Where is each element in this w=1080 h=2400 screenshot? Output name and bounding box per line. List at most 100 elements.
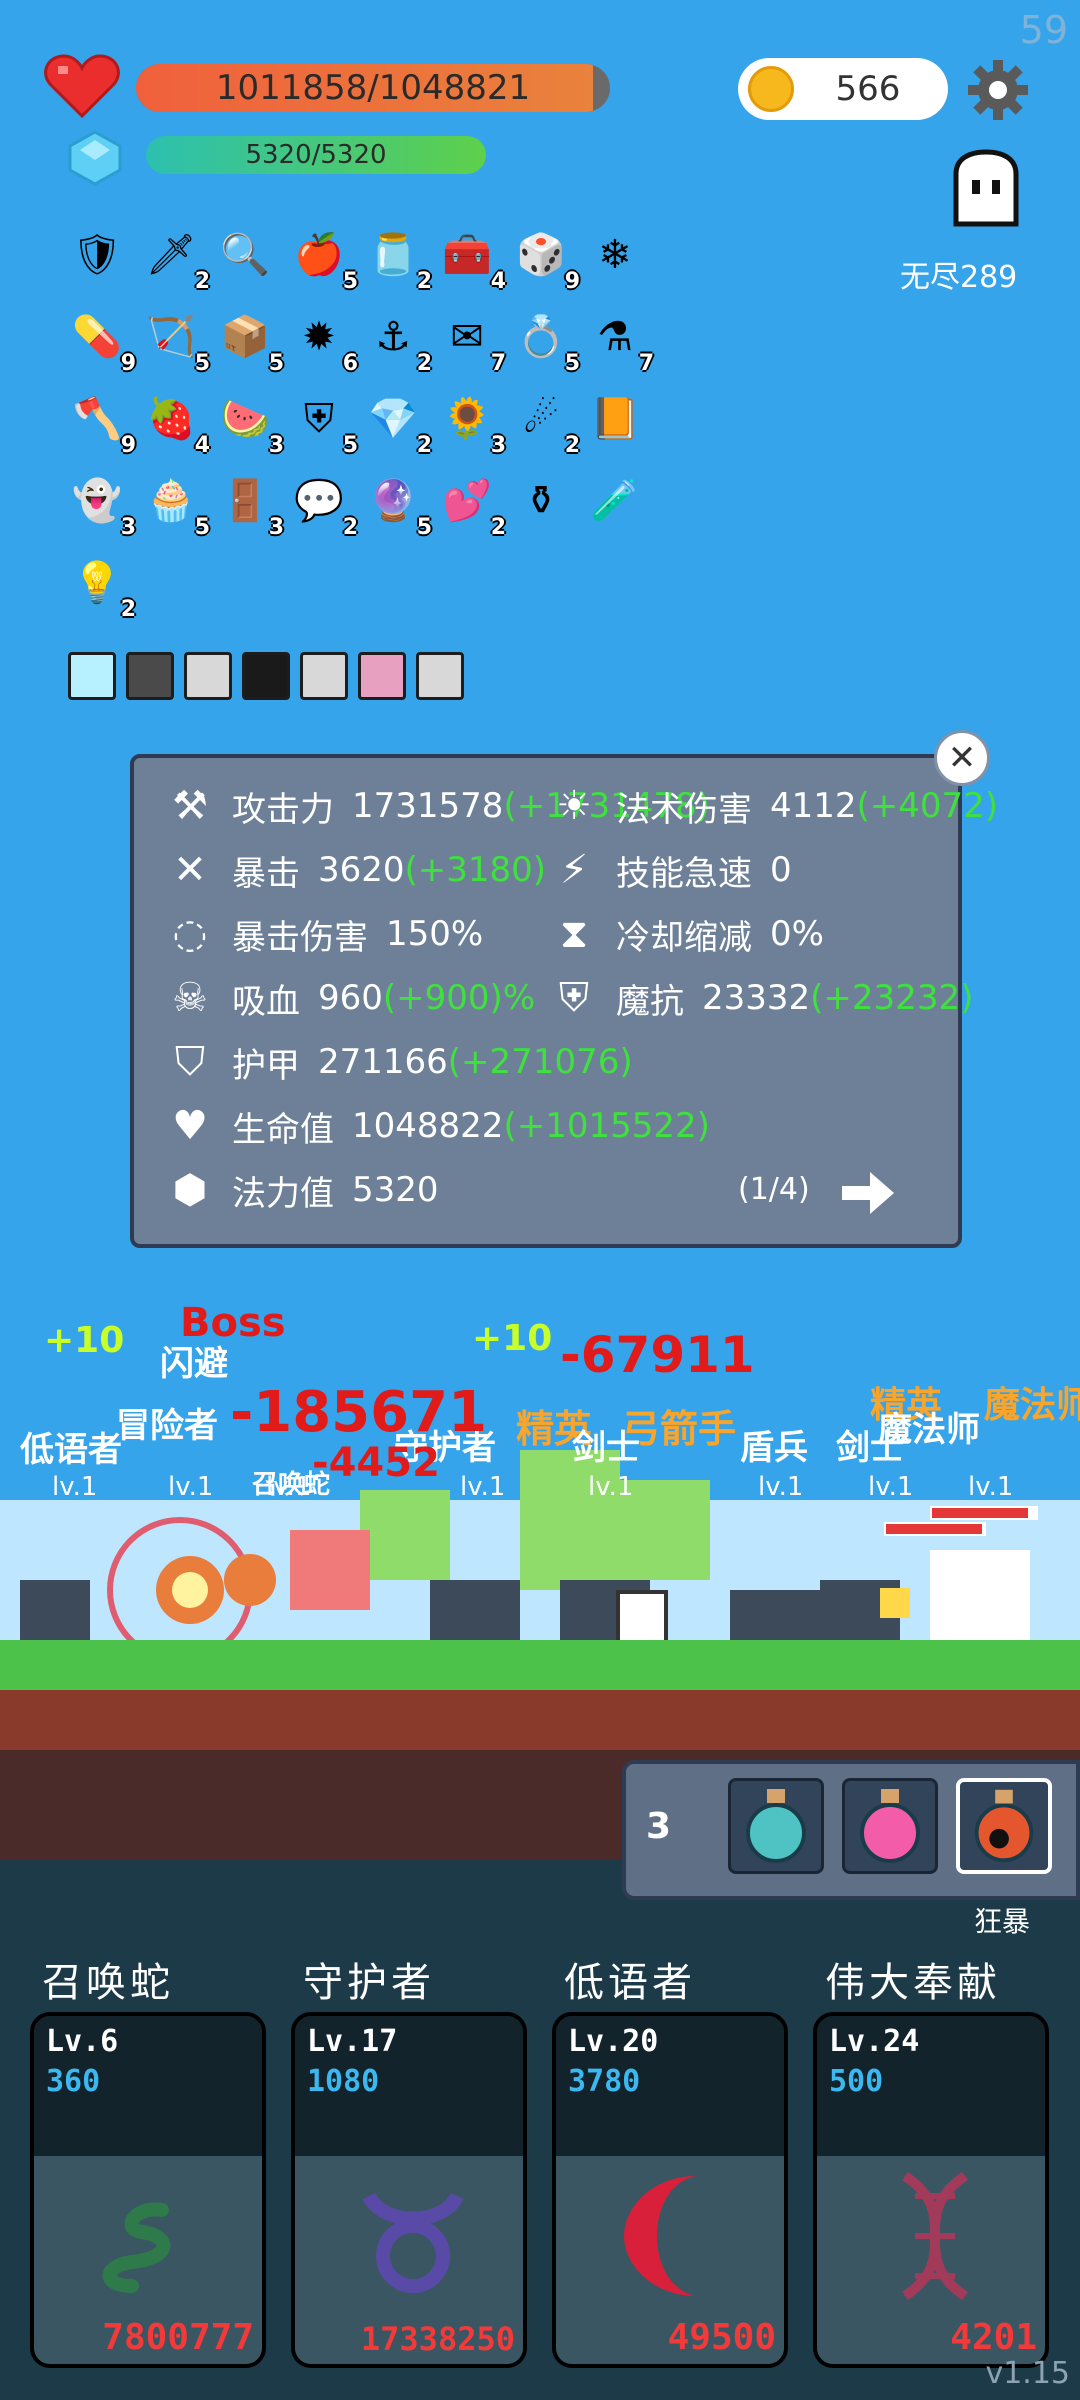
gem-icon: 💎 bbox=[368, 396, 418, 442]
inventory-item[interactable]: 🛡 bbox=[62, 220, 134, 292]
boot-slot-icon[interactable] bbox=[358, 652, 406, 700]
hook-icon: ⚓ bbox=[375, 314, 411, 360]
lightning-icon: ⚡ bbox=[559, 847, 589, 893]
inventory-item[interactable]: 📦 5 bbox=[210, 302, 284, 376]
inventory-item[interactable]: ⛨ 5 bbox=[284, 384, 358, 458]
skill-card[interactable]: Lv.17 1080 17338250 bbox=[291, 2012, 527, 2368]
inventory-item[interactable]: 🍉 3 bbox=[210, 384, 284, 458]
ghost-icon[interactable] bbox=[946, 148, 1026, 228]
inventory-item[interactable]: 🍎 5 bbox=[284, 220, 358, 294]
skill-damage: 49500 bbox=[667, 2317, 776, 2358]
inventory-item[interactable]: 💍 5 bbox=[506, 302, 580, 376]
stat-row: ⬢ 法力值 5320 bbox=[162, 1162, 439, 1218]
armor-slot-icon[interactable] bbox=[300, 652, 348, 700]
enemy-level: lv.1 bbox=[460, 1472, 506, 1502]
inventory-item[interactable]: 🗡 2 bbox=[136, 220, 210, 294]
ground-dirt bbox=[0, 1690, 1080, 1750]
stat-value: 0 bbox=[770, 850, 792, 890]
skill-card[interactable]: Lv.24 500 4201 bbox=[813, 2012, 1049, 2368]
equipment-slots bbox=[68, 652, 548, 708]
chest-purple-icon: 🧰 bbox=[442, 232, 492, 278]
inventory-item[interactable]: 💎 2 bbox=[358, 384, 432, 458]
stat-label: 吸血 bbox=[232, 981, 300, 1022]
skill-card[interactable]: Lv.20 3780 49500 bbox=[552, 2012, 788, 2368]
cupcake-icon: 🧁 bbox=[146, 478, 196, 524]
item-count: 4 bbox=[194, 433, 210, 458]
crit-ring-icon: ◌ bbox=[172, 911, 208, 957]
inventory-item[interactable]: 💡 2 bbox=[62, 548, 136, 622]
next-page-arrow-icon[interactable] bbox=[840, 1168, 896, 1218]
crown-slot-icon[interactable] bbox=[242, 652, 290, 700]
skill-title: 守护者 bbox=[303, 1960, 435, 2006]
stat-bonus: (+4072) bbox=[856, 786, 999, 826]
stat-row: ⛨ 魔抗 23332 (+23232) bbox=[546, 970, 973, 1026]
skill-cost: 500 bbox=[829, 2064, 884, 2099]
inventory-item[interactable]: ⚗ 7 bbox=[580, 302, 654, 376]
speech-bubble-icon: 💬 bbox=[294, 478, 344, 524]
spirit-icon: 🧪 bbox=[590, 478, 640, 524]
enemy-level: lv.1 bbox=[868, 1472, 914, 1502]
inventory-item[interactable]: ⚓ 2 bbox=[358, 302, 432, 376]
inventory-item[interactable]: 🍓 4 bbox=[136, 384, 210, 458]
item-count: 2 bbox=[416, 433, 432, 458]
inventory-item[interactable]: 🔮 5 bbox=[358, 466, 432, 540]
inventory-item[interactable]: 👻 3 bbox=[62, 466, 136, 540]
coin-counter: 566 bbox=[738, 58, 948, 120]
treasure-chest-icon: 📦 bbox=[220, 314, 270, 360]
inventory-item[interactable]: 🧪 bbox=[580, 466, 652, 538]
inventory-item[interactable]: 🌻 3 bbox=[432, 384, 506, 458]
item-count: 5 bbox=[194, 351, 210, 376]
potion-pink-slot[interactable] bbox=[842, 1778, 938, 1874]
skill-level: Lv.24 bbox=[829, 2024, 920, 2059]
glow-slot-icon[interactable] bbox=[68, 652, 116, 700]
snowflake-icon: ❄ bbox=[598, 232, 632, 278]
skill-title: 召唤蛇 bbox=[42, 1960, 174, 2006]
potion-teal-icon bbox=[746, 1789, 806, 1863]
potion-berserk-slot[interactable] bbox=[956, 1778, 1052, 1874]
inventory-item[interactable]: 💬 2 bbox=[284, 466, 358, 540]
inventory-item[interactable]: ❄ bbox=[580, 220, 652, 292]
potion-teal-slot[interactable] bbox=[728, 1778, 824, 1874]
inventory-item[interactable]: 💕 2 bbox=[432, 466, 506, 540]
inventory-item[interactable]: ⚱ bbox=[506, 466, 578, 538]
armor-slot-icon[interactable] bbox=[184, 652, 232, 700]
inventory-item[interactable]: 🪓 9 bbox=[62, 384, 136, 458]
stat-value: 23332 bbox=[702, 978, 811, 1018]
inventory-item[interactable]: ✉ 7 bbox=[432, 302, 506, 376]
blade-slot-icon[interactable] bbox=[126, 652, 174, 700]
hp-text: 1011858/1048821 bbox=[215, 68, 531, 108]
inventory-item[interactable]: 🧰 4 bbox=[432, 220, 506, 294]
armor-slot-icon[interactable] bbox=[416, 652, 464, 700]
skill-card[interactable]: Lv.6 360 7800777 bbox=[30, 2012, 266, 2368]
inventory-item[interactable]: 🫙 2 bbox=[358, 220, 432, 294]
potion-berserk-icon bbox=[974, 1789, 1034, 1863]
inventory-item[interactable]: 🔍 bbox=[210, 220, 282, 292]
armor-stat-icon: ⛉ bbox=[175, 1039, 205, 1085]
fps-counter: 59 bbox=[1019, 8, 1068, 52]
mana-crystal-icon bbox=[68, 130, 122, 186]
coin-amount: 566 bbox=[835, 69, 901, 109]
battle-float-text: 冒险者 bbox=[116, 1406, 218, 1446]
gear-icon[interactable] bbox=[966, 58, 1030, 122]
inventory-item[interactable]: 💊 9 bbox=[62, 302, 136, 376]
stat-row: ⚡ 技能急速 0 bbox=[546, 842, 792, 898]
dice-icon: 🎲 bbox=[516, 232, 566, 278]
item-count: 3 bbox=[490, 433, 506, 458]
inventory-item[interactable]: 📙 bbox=[580, 384, 652, 456]
stat-row: ♥ 生命值 1048822 (+1015522) bbox=[162, 1098, 710, 1154]
magnifier-icon: 🔍 bbox=[220, 232, 270, 278]
inventory-item[interactable]: ✹ 6 bbox=[284, 302, 358, 376]
stat-value: 1048822 bbox=[352, 1106, 504, 1146]
inventory-item[interactable]: 🚪 3 bbox=[210, 466, 284, 540]
heart-icon bbox=[44, 54, 120, 119]
enemy-level: lv.1 bbox=[758, 1472, 804, 1502]
stat-label: 魔抗 bbox=[616, 981, 684, 1022]
stat-value: 150% bbox=[386, 914, 484, 954]
inventory-item[interactable]: 🎲 9 bbox=[506, 220, 580, 294]
inventory-item[interactable]: 🏹 5 bbox=[136, 302, 210, 376]
inventory-item[interactable]: ☄ 2 bbox=[506, 384, 580, 458]
hourglass-icon: ⧗ bbox=[559, 911, 589, 957]
stat-value: 271166 bbox=[318, 1042, 448, 1082]
inventory-item[interactable]: 🧁 5 bbox=[136, 466, 210, 540]
crossed-swords-icon: ✕ bbox=[173, 847, 207, 893]
